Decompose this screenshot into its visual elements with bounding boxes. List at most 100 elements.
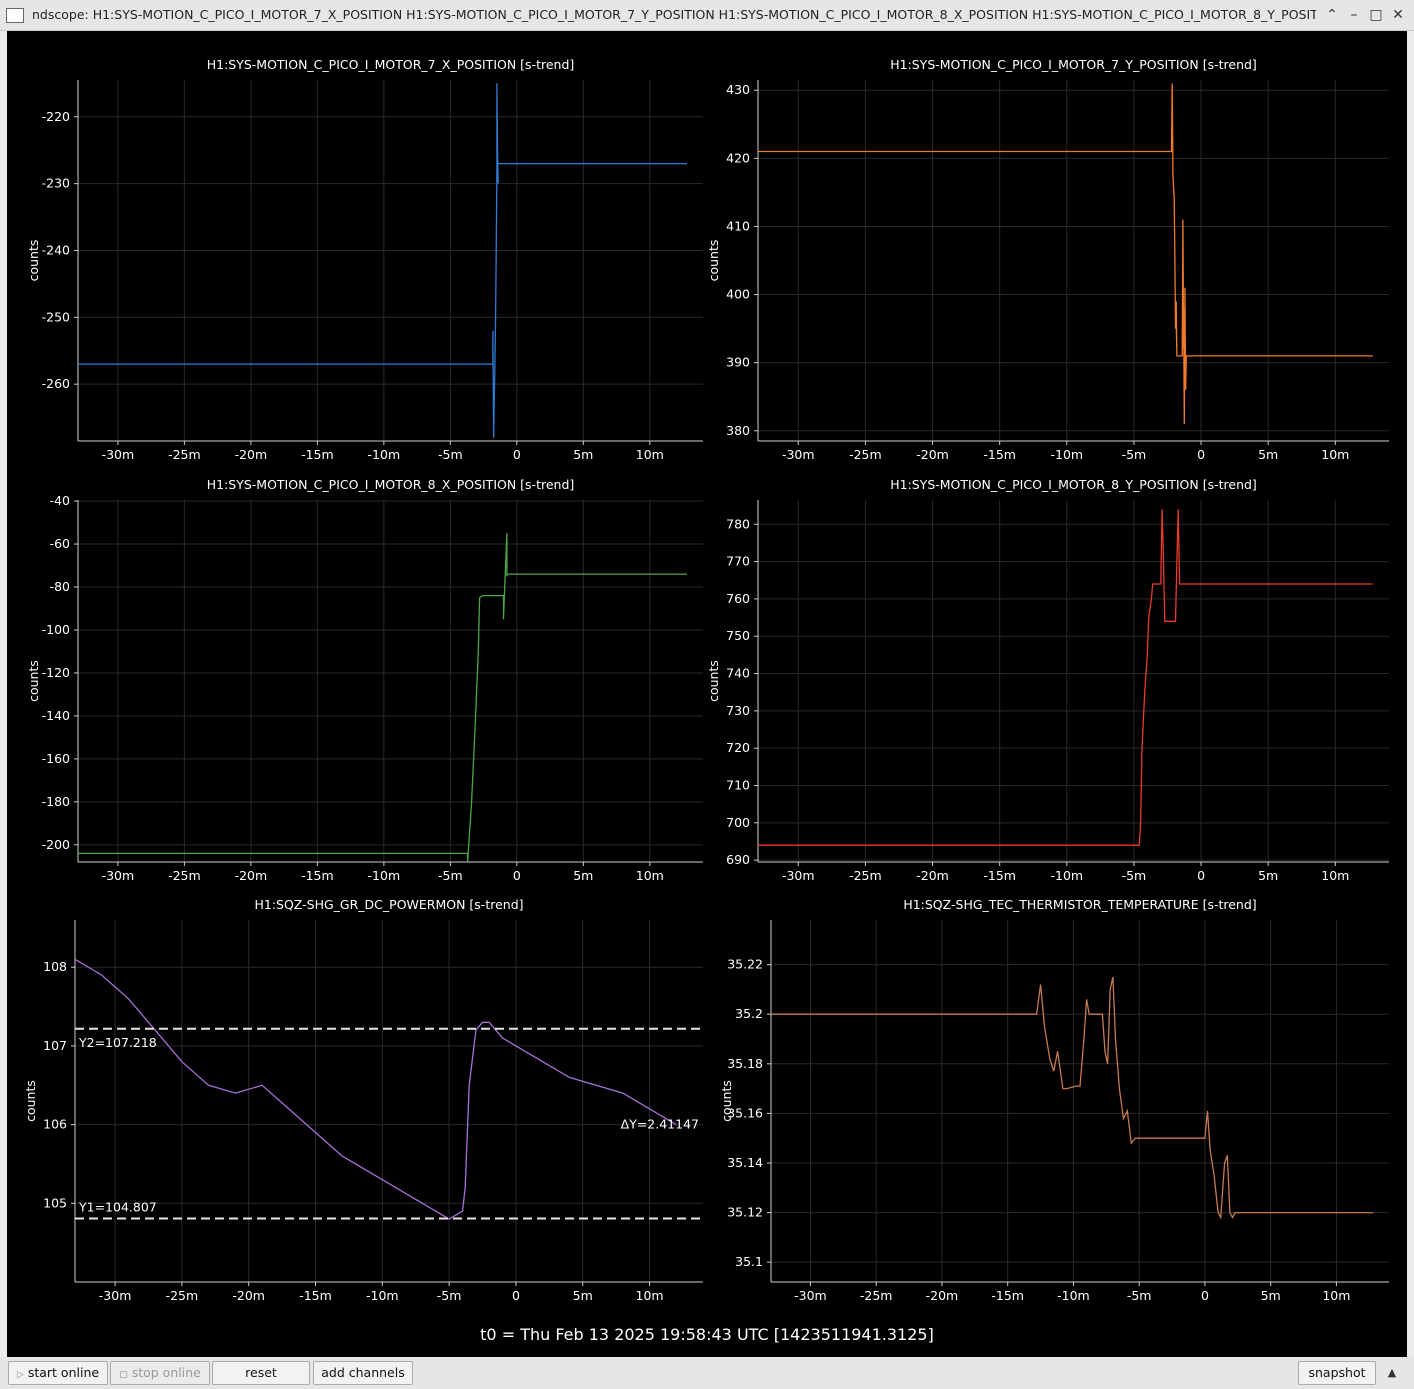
x-tick-label: 0 — [513, 447, 521, 462]
start-online-button[interactable]: ▷ start online — [8, 1361, 108, 1385]
x-tick-label: -25m — [168, 447, 201, 462]
bottom-toolbar: ▷ start online ▢ stop online reset add cha… — [0, 1357, 1414, 1389]
close-icon[interactable]: ✕ — [1388, 5, 1408, 25]
x-tick-label: -30m — [794, 1288, 827, 1303]
x-tick-label: -10m — [368, 447, 401, 462]
x-tick-label: -25m — [166, 1288, 199, 1303]
x-tick-label: -10m — [366, 1288, 399, 1303]
x-tick-label: 10m — [636, 447, 664, 462]
y-axis-label: counts — [26, 240, 41, 282]
cursor-y2-label: Y2=107.218 — [78, 1035, 157, 1050]
chart-panel-2: -30m -25m -20m -15m -10m -5m 0 5m 10m 430 420 410 40… — [706, 57, 1389, 462]
y-tick-label: 690 — [726, 852, 750, 867]
x-tick-label: 5m — [1258, 447, 1278, 462]
series-line — [78, 533, 687, 862]
y-tick-label: -100 — [42, 622, 70, 637]
chart-panel-4: -30m -25m -20m -15m -10m -5m 0 5m 10m 780 770 760 75… — [706, 477, 1389, 883]
t0-label: t0 = Thu Feb 13 2025 19:58:43 UTC [14235… — [480, 1325, 934, 1344]
series-line — [758, 509, 1373, 846]
play-icon: ▷ — [16, 1370, 24, 1380]
y-tick-label: 720 — [726, 740, 750, 755]
x-tick-label: -5m — [1127, 1288, 1152, 1303]
y-tick-label: -230 — [42, 176, 70, 191]
y-tick-label: 107 — [43, 1038, 67, 1053]
chart-title: H1:SYS-MOTION_C_PICO_I_MOTOR_7_X_POSITIO… — [207, 57, 575, 72]
y-tick-label: -180 — [42, 794, 70, 809]
y-tick-label: 400 — [726, 287, 750, 302]
x-tick-label: -20m — [916, 447, 949, 462]
y-tick-label: 108 — [43, 959, 67, 974]
title-bar: ndscope: H1:SYS-MOTION_C_PICO_I_MOTOR_7_… — [0, 0, 1414, 31]
stop-online-button[interactable]: ▢ stop online — [110, 1361, 210, 1385]
x-tick-label: 10m — [1322, 1288, 1350, 1303]
x-tick-label: -5m — [438, 868, 463, 883]
y-tick-label: 740 — [726, 666, 750, 681]
x-tick-label: -15m — [991, 1288, 1024, 1303]
plots-canvas[interactable]: -30m -25m -20m -15m -10m -5m 0 5m 10m -220 -230 -24… — [7, 31, 1407, 1357]
series-line — [771, 976, 1374, 1220]
minimize-icon[interactable]: – — [1344, 5, 1364, 25]
x-tick-label: -25m — [849, 868, 882, 883]
snapshot-button[interactable]: snapshot — [1298, 1361, 1376, 1385]
window-title: ndscope: H1:SYS-MOTION_C_PICO_I_MOTOR_7_… — [32, 7, 1316, 22]
y-axis-label: counts — [26, 660, 41, 702]
y-tick-label: 35.22 — [727, 957, 763, 972]
x-tick-label: -20m — [235, 868, 268, 883]
x-tick-label: -25m — [168, 868, 201, 883]
app-icon — [6, 8, 24, 23]
chevron-up-icon[interactable]: ⌃ — [1322, 5, 1342, 25]
y-tick-label: 770 — [726, 554, 750, 569]
chart-panel-5: -30m -25m -20m -15m -10m -5m 0 5m 10m 108 107 106 10… — [23, 897, 703, 1303]
x-tick-label: 10m — [1321, 447, 1349, 462]
x-tick-label: 0 — [513, 868, 521, 883]
x-tick-label: -15m — [299, 1288, 332, 1303]
chart-panel-6: -30m -25m -20m -15m -10m -5m 0 5m 10m 35.22 35.2 35… — [719, 897, 1389, 1303]
add-channels-button[interactable]: add channels — [313, 1361, 413, 1385]
reset-button[interactable]: reset — [212, 1361, 310, 1385]
x-tick-label: 5m — [573, 447, 593, 462]
x-tick-label: -25m — [860, 1288, 893, 1303]
y-tick-label: -240 — [42, 242, 70, 257]
x-tick-label: -15m — [983, 447, 1016, 462]
x-tick-label: 10m — [636, 868, 664, 883]
expand-arrow-icon[interactable]: ▲ — [1384, 1365, 1400, 1381]
x-tick-label: 10m — [1321, 868, 1349, 883]
x-tick-label: 0 — [1197, 447, 1205, 462]
stop-icon: ▢ — [119, 1370, 128, 1380]
x-tick-label: 5m — [1261, 1288, 1281, 1303]
x-tick-label: 10m — [636, 1288, 664, 1303]
y-tick-label: -160 — [42, 751, 70, 766]
y-tick-label: 760 — [726, 591, 750, 606]
y-tick-label: 730 — [726, 703, 750, 718]
x-tick-label: 5m — [573, 1288, 593, 1303]
x-tick-label: -20m — [235, 447, 268, 462]
y-axis-label: counts — [706, 660, 721, 702]
y-tick-label: 35.12 — [727, 1205, 763, 1220]
y-axis-label: counts — [706, 240, 721, 282]
y-tick-label: 105 — [43, 1195, 67, 1210]
chart-title: H1:SQZ-SHG_GR_DC_POWERMON [s-trend] — [254, 897, 523, 912]
chart-title: H1:SQZ-SHG_TEC_THERMISTOR_TEMPERATURE [s… — [903, 897, 1256, 912]
maximize-icon[interactable]: □ — [1366, 5, 1386, 25]
x-tick-label: 0 — [1197, 868, 1205, 883]
x-tick-label: -5m — [1122, 868, 1147, 883]
y-tick-label: 35.1 — [735, 1254, 763, 1269]
x-tick-label: 5m — [1258, 868, 1278, 883]
chart-title: H1:SYS-MOTION_C_PICO_I_MOTOR_8_X_POSITIO… — [207, 477, 575, 492]
y-tick-label: 410 — [726, 218, 750, 233]
y-tick-label: 390 — [726, 355, 750, 370]
x-tick-label: -15m — [301, 868, 334, 883]
x-tick-label: -10m — [1050, 868, 1083, 883]
y-tick-label: 710 — [726, 777, 750, 792]
x-tick-label: -20m — [916, 868, 949, 883]
x-tick-label: -25m — [849, 447, 882, 462]
plot-area[interactable]: -30m -25m -20m -15m -10m -5m 0 5m 10m -220 -230 -24… — [7, 31, 1407, 1357]
x-tick-label: -20m — [926, 1288, 959, 1303]
x-tick-label: -30m — [102, 447, 135, 462]
y-axis-label: counts — [23, 1080, 38, 1122]
x-tick-label: -10m — [1057, 1288, 1090, 1303]
chart-panel-1: -30m -25m -20m -15m -10m -5m 0 5m 10m -220 -230 -24… — [26, 57, 703, 462]
cursor-y1-label: Y1=104.807 — [78, 1199, 157, 1214]
x-tick-label: -10m — [1050, 447, 1083, 462]
y-tick-label: -80 — [50, 579, 70, 594]
